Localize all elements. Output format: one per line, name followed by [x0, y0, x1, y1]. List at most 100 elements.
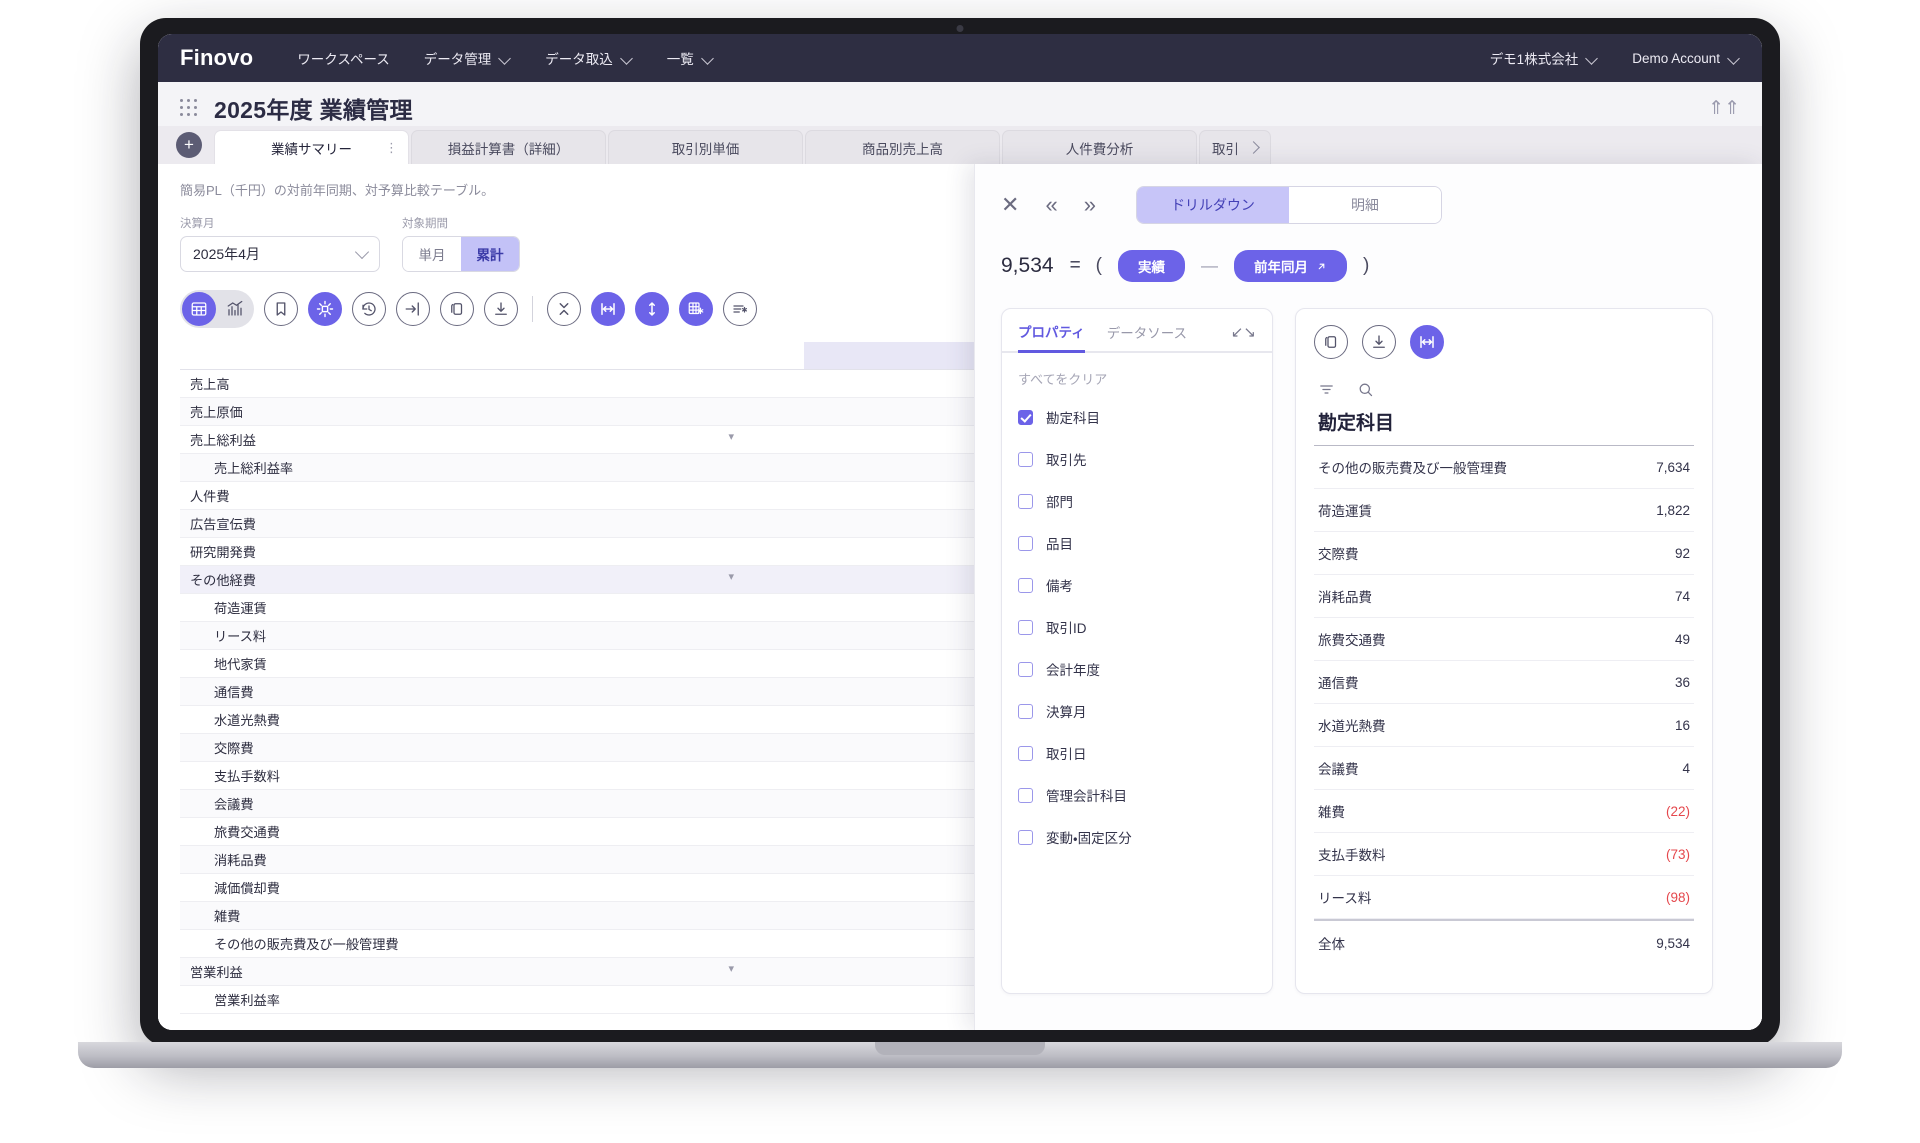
- collapse-panel-icon[interactable]: ↙↘: [1231, 323, 1256, 349]
- row-expand-icon[interactable]: ▾: [728, 570, 734, 583]
- drawer-mode-1[interactable]: 明細: [1288, 187, 1441, 223]
- property-item-10[interactable]: 変動・固定区分: [1002, 816, 1272, 858]
- chart-view-button[interactable]: [218, 292, 252, 326]
- collapse-vertical-button[interactable]: [547, 292, 581, 326]
- chevron-right-icon[interactable]: [1247, 141, 1260, 154]
- row-label: 人件費: [190, 489, 230, 504]
- property-tab-1[interactable]: データソース: [1107, 322, 1187, 351]
- row-label: 営業利益率: [214, 993, 280, 1008]
- property-item-3[interactable]: 品目: [1002, 522, 1272, 564]
- formula-term-b-label: 前年同月: [1254, 260, 1308, 275]
- detail-row-4[interactable]: 旅費交通費 49: [1314, 618, 1694, 661]
- tab-1[interactable]: 損益計算書（詳細）: [411, 130, 606, 164]
- property-item-7[interactable]: 決算月: [1002, 690, 1272, 732]
- checkbox-icon[interactable]: [1018, 451, 1033, 467]
- row-expand-icon[interactable]: ▾: [728, 430, 734, 443]
- close-icon[interactable]: ✕: [1001, 194, 1019, 216]
- property-item-8[interactable]: 取引日: [1002, 732, 1272, 774]
- detail-row-10[interactable]: リース料 (98): [1314, 876, 1694, 919]
- detail-row-8[interactable]: 雑費 (22): [1314, 790, 1694, 833]
- brand-logo[interactable]: Finovo: [180, 45, 253, 71]
- add-tab-button[interactable]: +: [176, 132, 202, 158]
- row-label: 売上総利益 ▾: [190, 430, 734, 448]
- detail-row-2[interactable]: 交際費 92: [1314, 532, 1694, 575]
- detail-row-5[interactable]: 通信費 36: [1314, 661, 1694, 704]
- period-option-1[interactable]: 累計: [461, 237, 519, 271]
- history-button[interactable]: [352, 292, 386, 326]
- row-label: 売上総利益率: [214, 461, 294, 476]
- download-button[interactable]: [484, 292, 518, 326]
- nav-item-0[interactable]: ワークスペース: [297, 48, 389, 68]
- detail-row-7[interactable]: 会議費 4: [1314, 747, 1694, 790]
- checkbox-icon[interactable]: [1018, 493, 1033, 509]
- tab-4[interactable]: 人件費分析: [1002, 130, 1197, 164]
- detail-download-button[interactable]: [1362, 325, 1396, 359]
- pl-col-header-0[interactable]: [180, 342, 804, 370]
- property-item-2[interactable]: 部門: [1002, 480, 1272, 522]
- fit-height-button[interactable]: [635, 292, 669, 326]
- filter-icon[interactable]: [1318, 381, 1335, 398]
- formula-term-actual[interactable]: 実績: [1118, 250, 1185, 282]
- app-window: Finovo ワークスペース データ管理 データ取込 一覧 デモ1株式会社 Demo A…: [158, 34, 1762, 1030]
- detail-copy-button[interactable]: [1314, 325, 1348, 359]
- row-expand-icon[interactable]: ▾: [728, 962, 734, 975]
- nav-item-2[interactable]: データ取込: [545, 48, 633, 68]
- detail-toolbar: [1314, 325, 1694, 359]
- drawer-mode-0[interactable]: ドリルダウン: [1136, 187, 1289, 223]
- collapse-header-icon[interactable]: ⇑⇑: [1708, 99, 1740, 118]
- detail-row-value: 7,634: [1656, 459, 1690, 475]
- highlight-button[interactable]: [308, 292, 342, 326]
- property-item-4[interactable]: 備考: [1002, 564, 1272, 606]
- formula-term-prev-year[interactable]: 前年同月: [1234, 250, 1347, 282]
- next-icon[interactable]: »: [1084, 194, 1096, 216]
- checkbox-icon[interactable]: [1018, 661, 1033, 677]
- tab-5[interactable]: 取引: [1199, 130, 1271, 164]
- detail-row-9[interactable]: 支払手数料 (73): [1314, 833, 1694, 876]
- checkbox-icon[interactable]: [1018, 703, 1033, 719]
- checkbox-icon[interactable]: [1018, 787, 1033, 803]
- search-icon[interactable]: [1357, 381, 1374, 398]
- detail-row-value: 49: [1674, 631, 1690, 647]
- property-item-5[interactable]: 取引ID: [1002, 606, 1272, 648]
- checkbox-icon[interactable]: [1018, 619, 1033, 635]
- checkbox-icon[interactable]: [1018, 577, 1033, 593]
- detail-row-3[interactable]: 消耗品費 74: [1314, 575, 1694, 618]
- property-tab-0[interactable]: プロパティ: [1018, 321, 1085, 353]
- nav-item-3[interactable]: 一覧: [667, 48, 714, 68]
- laptop-screen: Finovo ワークスペース データ管理 データ取込 一覧 デモ1株式会社 Demo A…: [158, 34, 1762, 1030]
- checkbox-icon[interactable]: [1018, 745, 1033, 761]
- property-item-9[interactable]: 管理会計科目: [1002, 774, 1272, 816]
- detail-row-value: 74: [1674, 588, 1690, 604]
- table-view-button[interactable]: [182, 292, 216, 326]
- detail-row-1[interactable]: 荷造運賃 1,822: [1314, 489, 1694, 532]
- fit-width-button[interactable]: [591, 292, 625, 326]
- copy-button[interactable]: [440, 292, 474, 326]
- period-option-0[interactable]: 単月: [403, 237, 461, 271]
- property-label: 変動・固定区分: [1046, 831, 1132, 846]
- clear-all-button[interactable]: すべてをクリア: [1002, 353, 1272, 396]
- detail-row-0[interactable]: その他の販売費及び一般管理費 7,634: [1314, 446, 1694, 489]
- tab-2[interactable]: 取引別単価: [608, 130, 803, 164]
- property-item-0[interactable]: 勘定科目: [1002, 396, 1272, 438]
- checkbox-icon[interactable]: [1018, 535, 1033, 551]
- nav-item-1[interactable]: データ管理: [424, 48, 512, 68]
- prev-icon[interactable]: «: [1045, 194, 1057, 216]
- checkbox-icon[interactable]: [1018, 829, 1033, 845]
- collapse-rows-button[interactable]: [396, 292, 430, 326]
- grid-format-button[interactable]: [679, 292, 713, 326]
- tab-menu-icon[interactable]: ⋮: [385, 140, 398, 156]
- drag-handle-icon[interactable]: [180, 99, 200, 117]
- property-item-6[interactable]: 会計年度: [1002, 648, 1272, 690]
- bookmark-button[interactable]: [264, 292, 298, 326]
- nav-right-item-0[interactable]: デモ1株式会社: [1490, 48, 1599, 68]
- checkbox-icon[interactable]: [1018, 409, 1033, 425]
- text-format-button[interactable]: [723, 292, 757, 326]
- nav-right-item-1[interactable]: Demo Account: [1632, 51, 1740, 66]
- fiscal-month-select[interactable]: 2025年4月: [180, 236, 380, 272]
- tab-0[interactable]: 業績サマリー ⋮: [214, 130, 409, 164]
- formula-value: 9,534: [1001, 254, 1054, 277]
- detail-row-6[interactable]: 水道光熱費 16: [1314, 704, 1694, 747]
- detail-fit-width-button[interactable]: [1410, 325, 1444, 359]
- property-item-1[interactable]: 取引先: [1002, 438, 1272, 480]
- tab-3[interactable]: 商品別売上高: [805, 130, 1000, 164]
